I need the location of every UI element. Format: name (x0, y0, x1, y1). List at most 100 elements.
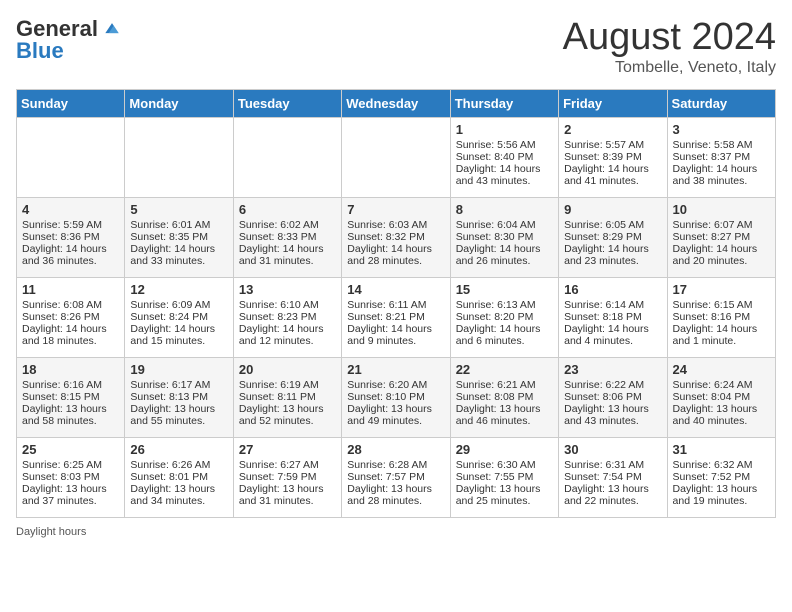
day-number: 31 (673, 442, 770, 457)
table-row: 27 Sunrise: 6:27 AMSunset: 7:59 PMDayligh… (233, 438, 341, 518)
table-row: 1Sunrise: 5:56 AMSunset: 8:40 PMDaylight… (450, 118, 558, 198)
day-number: 19 (130, 362, 227, 377)
sunrise-text: Sunrise: 6:15 AM (673, 299, 770, 311)
sunset-text: Sunset: 7:52 PM (673, 471, 770, 483)
sunrise-text: Sunrise: 5:59 AM (22, 219, 119, 231)
day-number: 12 (130, 282, 227, 297)
daylight-text: Daylight: 13 hours and 25 minutes. (456, 483, 553, 507)
calendar-title: August 2024 (563, 16, 776, 59)
table-row: 22Sunrise: 6:21 AMSunset: 8:08 PMDayligh… (450, 358, 558, 438)
day-number: 13 (239, 282, 336, 297)
daylight-text: Daylight: 13 hours and 55 minutes. (130, 403, 227, 427)
table-row (125, 118, 233, 198)
daylight-text: Daylight: 14 hours and 6 minutes. (456, 323, 553, 347)
table-row: 26Sunrise: 6:26 AMSunset: 8:01 PMDayligh… (125, 438, 233, 518)
calendar-location: Tombelle, Veneto, Italy (563, 59, 776, 77)
week-row-0: 1Sunrise: 5:56 AMSunset: 8:40 PMDaylight… (17, 118, 776, 198)
header-friday: Friday (559, 90, 667, 118)
day-number: 28 (347, 442, 444, 457)
sunrise-text: Sunrise: 6:28 AM (347, 459, 444, 471)
table-row: 25Sunrise: 6:25 AMSunset: 8:03 PMDayligh… (17, 438, 125, 518)
footer: Daylight hours (16, 526, 776, 538)
sunrise-text: Sunrise: 6:30 AM (456, 459, 553, 471)
daylight-text: Daylight: 14 hours and 18 minutes. (22, 323, 119, 347)
table-row: 3Sunrise: 5:58 AMSunset: 8:37 PMDaylight… (667, 118, 775, 198)
calendar-table: Sunday Monday Tuesday Wednesday Thursday… (16, 89, 776, 518)
table-row: 2Sunrise: 5:57 AMSunset: 8:39 PMDaylight… (559, 118, 667, 198)
table-row: 4Sunrise: 5:59 AMSunset: 8:36 PMDaylight… (17, 198, 125, 278)
daylight-text: Daylight: 13 hours and 28 minutes. (347, 483, 444, 507)
sunset-text: Sunset: 8:36 PM (22, 231, 119, 243)
day-number: 10 (673, 202, 770, 217)
daylight-text: Daylight: 14 hours and 12 minutes. (239, 323, 336, 347)
title-block: August 2024 Tombelle, Veneto, Italy (563, 16, 776, 77)
table-row: 6Sunrise: 6:02 AMSunset: 8:33 PMDaylight… (233, 198, 341, 278)
table-row (233, 118, 341, 198)
day-number: 7 (347, 202, 444, 217)
sunset-text: Sunset: 8:15 PM (22, 391, 119, 403)
sunset-text: Sunset: 8:03 PM (22, 471, 119, 483)
page-header: General Blue August 2024 Tombelle, Venet… (16, 16, 776, 77)
sunset-text: Sunset: 8:16 PM (673, 311, 770, 323)
daylight-text: Daylight: 13 hours and 19 minutes. (673, 483, 770, 507)
sunset-text: Sunset: 8:04 PM (673, 391, 770, 403)
daylight-text: Daylight: 13 hours and 31 minutes. (239, 483, 336, 507)
table-row: 19Sunrise: 6:17 AMSunset: 8:13 PMDayligh… (125, 358, 233, 438)
day-number: 8 (456, 202, 553, 217)
sunset-text: Sunset: 8:33 PM (239, 231, 336, 243)
week-row-4: 25Sunrise: 6:25 AMSunset: 8:03 PMDayligh… (17, 438, 776, 518)
table-row: 31Sunrise: 6:32 AMSunset: 7:52 PMDayligh… (667, 438, 775, 518)
table-row: 16Sunrise: 6:14 AMSunset: 8:18 PMDayligh… (559, 278, 667, 358)
daylight-text: Daylight: 13 hours and 37 minutes. (22, 483, 119, 507)
day-number: 24 (673, 362, 770, 377)
daylight-text: Daylight: 14 hours and 23 minutes. (564, 243, 661, 267)
sunrise-text: Sunrise: 5:56 AM (456, 139, 553, 151)
table-row: 20Sunrise: 6:19 AMSunset: 8:11 PMDayligh… (233, 358, 341, 438)
day-number: 4 (22, 202, 119, 217)
table-row: 8Sunrise: 6:04 AMSunset: 8:30 PMDaylight… (450, 198, 558, 278)
table-row (17, 118, 125, 198)
day-number: 3 (673, 122, 770, 137)
table-row: 11Sunrise: 6:08 AMSunset: 8:26 PMDayligh… (17, 278, 125, 358)
day-number: 27 (239, 442, 336, 457)
sunset-text: Sunset: 8:18 PM (564, 311, 661, 323)
daylight-text: Daylight: 13 hours and 43 minutes. (564, 403, 661, 427)
sunrise-text: Sunrise: 6:27 AM (239, 459, 336, 471)
sunrise-text: Sunrise: 6:07 AM (673, 219, 770, 231)
sunset-text: Sunset: 8:20 PM (456, 311, 553, 323)
sunrise-text: Sunrise: 6:31 AM (564, 459, 661, 471)
daylight-text: Daylight: 14 hours and 38 minutes. (673, 163, 770, 187)
day-number: 20 (239, 362, 336, 377)
daylight-text: Daylight: 13 hours and 49 minutes. (347, 403, 444, 427)
sunset-text: Sunset: 8:10 PM (347, 391, 444, 403)
sunrise-text: Sunrise: 6:17 AM (130, 379, 227, 391)
daylight-text: Daylight: 13 hours and 52 minutes. (239, 403, 336, 427)
daylight-text: Daylight: 14 hours and 41 minutes. (564, 163, 661, 187)
sunrise-text: Sunrise: 6:21 AM (456, 379, 553, 391)
day-number: 9 (564, 202, 661, 217)
daylight-text: Daylight: 13 hours and 40 minutes. (673, 403, 770, 427)
sunrise-text: Sunrise: 6:02 AM (239, 219, 336, 231)
table-row: 13Sunrise: 6:10 AMSunset: 8:23 PMDayligh… (233, 278, 341, 358)
sunset-text: Sunset: 8:32 PM (347, 231, 444, 243)
sunrise-text: Sunrise: 6:19 AM (239, 379, 336, 391)
week-row-3: 18Sunrise: 6:16 AMSunset: 8:15 PMDayligh… (17, 358, 776, 438)
table-row: 9Sunrise: 6:05 AMSunset: 8:29 PMDaylight… (559, 198, 667, 278)
daylight-text: Daylight: 14 hours and 43 minutes. (456, 163, 553, 187)
sunset-text: Sunset: 8:40 PM (456, 151, 553, 163)
day-number: 30 (564, 442, 661, 457)
logo-icon (102, 19, 122, 39)
daylight-text: Daylight: 14 hours and 20 minutes. (673, 243, 770, 267)
sunset-text: Sunset: 8:26 PM (22, 311, 119, 323)
daylight-text: Daylight: 13 hours and 58 minutes. (22, 403, 119, 427)
day-number: 17 (673, 282, 770, 297)
day-number: 26 (130, 442, 227, 457)
daylight-text: Daylight: 14 hours and 9 minutes. (347, 323, 444, 347)
daylight-text: Daylight: 14 hours and 4 minutes. (564, 323, 661, 347)
sunrise-text: Sunrise: 6:09 AM (130, 299, 227, 311)
sunset-text: Sunset: 7:59 PM (239, 471, 336, 483)
logo: General Blue (16, 16, 122, 64)
table-row: 10Sunrise: 6:07 AMSunset: 8:27 PMDayligh… (667, 198, 775, 278)
header-saturday: Saturday (667, 90, 775, 118)
table-row: 30Sunrise: 6:31 AMSunset: 7:54 PMDayligh… (559, 438, 667, 518)
